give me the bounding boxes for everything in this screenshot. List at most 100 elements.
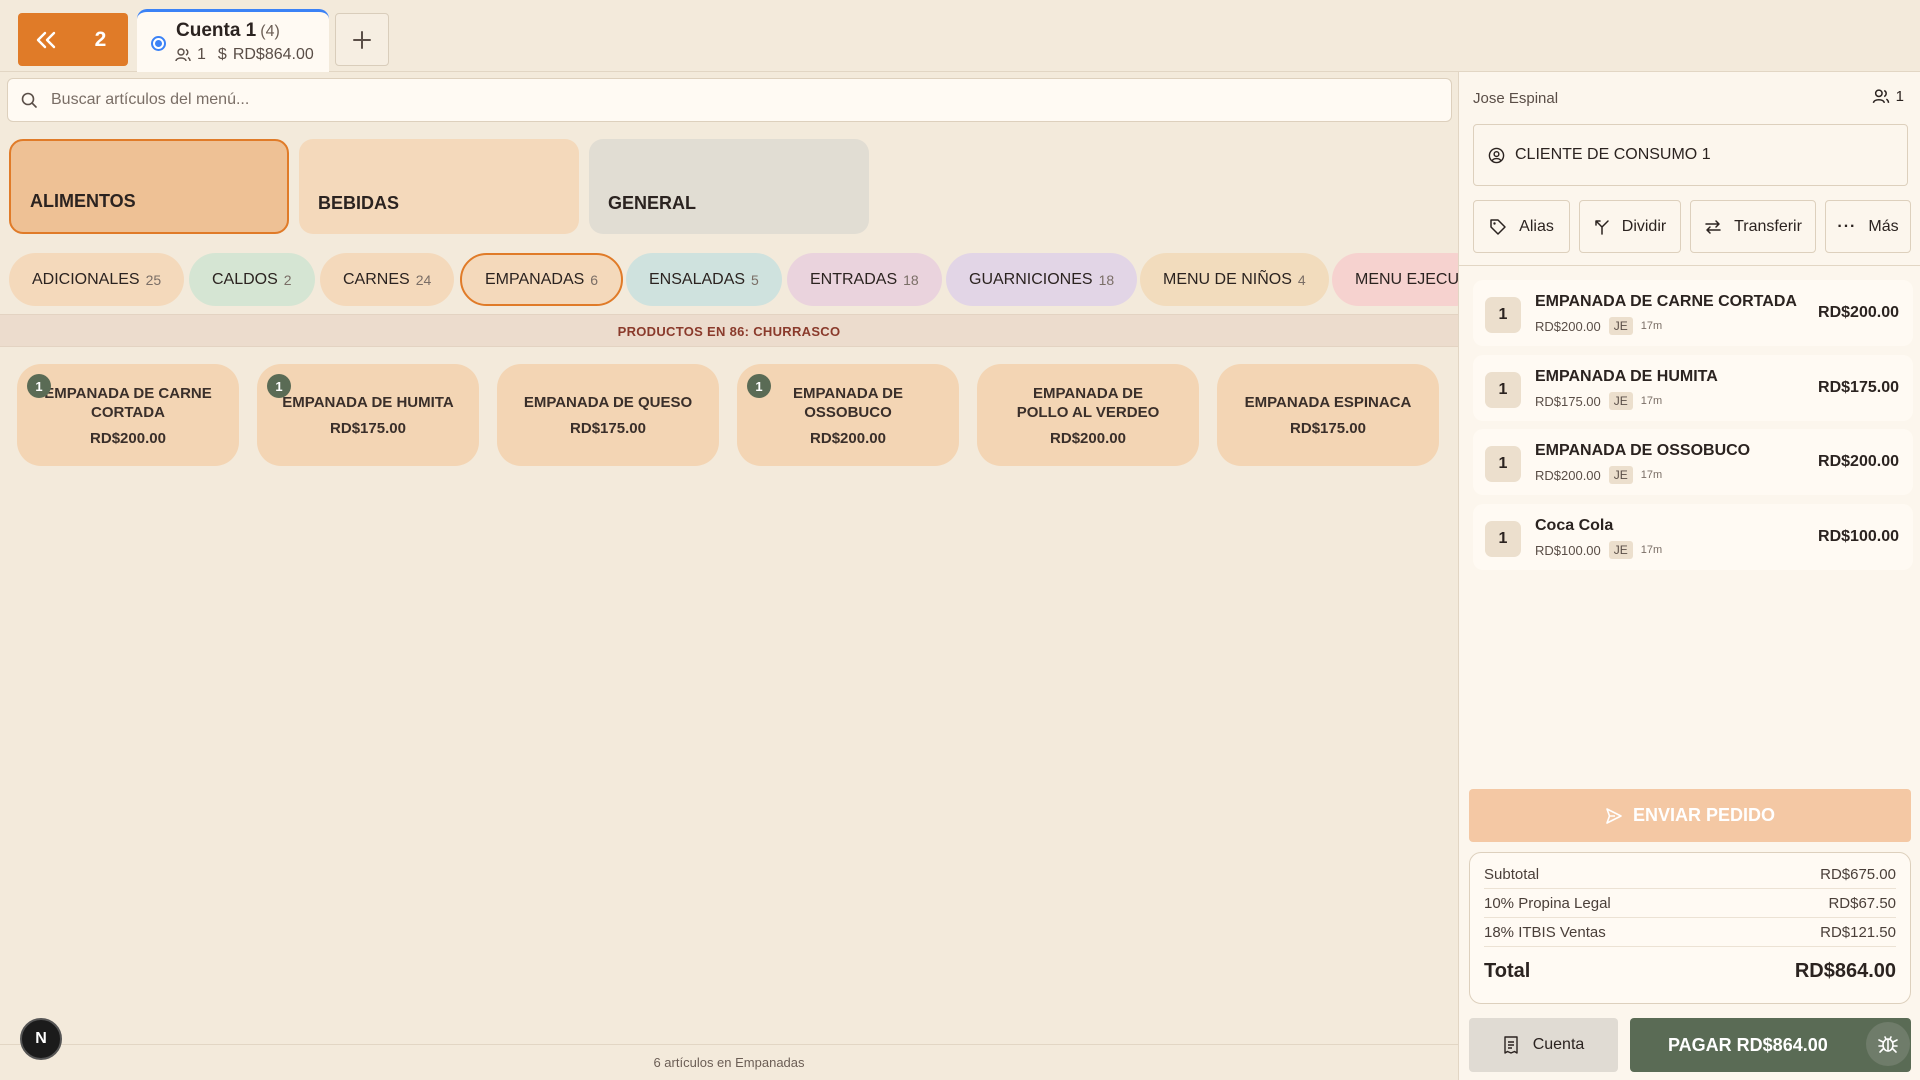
product-name: EMPANADA DE CARNE CORTADA [44, 384, 212, 421]
arrows-swap-icon [1705, 219, 1721, 234]
add-tab-button[interactable] [335, 13, 389, 66]
order-panel: Jose Espinal 1 CLIENTE DE CONSUMO 1 Alia… [1458, 72, 1920, 1080]
order-name: Coca Cola [1535, 517, 1614, 534]
open-accounts-count: 2 [94, 27, 107, 51]
order-name: EMPANADA DE CARNE CORTADA [1535, 293, 1797, 310]
product-qty-badge: 1 [747, 374, 771, 398]
order-details: RD$175.00 JE 17m [1535, 392, 1663, 410]
product-card[interactable]: EMPANADA DE QUESO RD$175.00 [497, 364, 719, 466]
subtotal-row: Subtotal RD$675.00 [1484, 860, 1896, 889]
back-button[interactable]: 2 [18, 13, 128, 66]
app-badge[interactable]: N [20, 1018, 62, 1060]
order-details: RD$200.00 JE 17m [1535, 466, 1663, 484]
subcategory-adicionales[interactable]: ADICIONALES 25 [9, 253, 185, 306]
chevrons-left-icon [18, 31, 73, 49]
bug-report-icon[interactable] [1866, 1022, 1910, 1066]
send-order-button[interactable]: ENVIAR PEDIDO [1469, 789, 1911, 842]
tab-meta: 1 $ RD$864.00 [175, 46, 314, 64]
user-circle-icon [1488, 147, 1505, 163]
guest-count[interactable]: 1 [1872, 88, 1904, 105]
active-tab-radio[interactable] [151, 36, 166, 51]
ellipsis-icon: ··· [1837, 217, 1857, 235]
product-card[interactable]: 1 EMPANADA DE HUMITA RD$175.00 [257, 364, 479, 466]
subcategory-caldos[interactable]: CALDOS 2 [189, 253, 315, 306]
dollar-icon: $ [217, 46, 227, 63]
client-selector[interactable]: CLIENTE DE CONSUMO 1 [1473, 124, 1908, 186]
product-price: RD$175.00 [330, 420, 406, 437]
product-price: RD$200.00 [90, 429, 166, 447]
waiter-name: Jose Espinal [1473, 90, 1559, 107]
plus-icon [353, 30, 371, 49]
order-qty[interactable]: 1 [1485, 446, 1521, 482]
product-price: RD$175.00 [1290, 420, 1366, 437]
order-qty[interactable]: 1 [1485, 521, 1521, 557]
subcategory-ensaladas[interactable]: ENSALADAS 5 [626, 253, 782, 306]
client-name: CLIENTE DE CONSUMO 1 [1515, 146, 1711, 163]
order-details: RD$200.00 JE 17m [1535, 317, 1663, 335]
more-button[interactable]: ··· Más [1825, 200, 1911, 253]
product-price: RD$200.00 [810, 429, 886, 447]
product-price: RD$200.00 [1050, 429, 1126, 447]
alias-button[interactable]: Alias [1473, 200, 1570, 253]
product-name: EMPANADA DE OSSOBUCO [792, 384, 903, 421]
product-name: EMPANADA ESPINACA [1244, 394, 1412, 411]
subcategory-carnes[interactable]: CARNES 24 [320, 253, 455, 306]
order-item[interactable]: 1 EMPANADA DE CARNE CORTADA RD$200.00 JE 1… [1473, 280, 1913, 346]
subcategory-menu-ejecutivo[interactable]: MENU EJECU [1332, 253, 1458, 306]
order-qty[interactable]: 1 [1485, 297, 1521, 333]
product-name: EMPANADA DE QUESO [523, 394, 693, 411]
product-card[interactable]: 1 EMPANADA DE OSSOBUCO RD$200.00 [737, 364, 959, 466]
top-bar: 2 Cuenta 1 (4) 1 $ RD$864.00 [0, 0, 1920, 72]
items-count-footer: 6 artículos en Empanadas [0, 1044, 1458, 1080]
product-name: EMPANADA DE POLLO AL VERDEO [1016, 384, 1160, 421]
subcategory-entradas[interactable]: ENTRADAS 18 [787, 253, 942, 306]
total-row: Total RD$864.00 [1484, 960, 1896, 982]
totals-box: Subtotal RD$675.00 10% Propina Legal RD$67… [1469, 852, 1911, 1004]
product-card[interactable]: EMPANADA ESPINACA RD$175.00 [1217, 364, 1439, 466]
split-button[interactable]: Dividir [1579, 200, 1681, 253]
order-total: RD$100.00 [1818, 528, 1899, 545]
product-qty-badge: 1 [267, 374, 291, 398]
tag-icon [1490, 218, 1506, 235]
order-total: RD$200.00 [1818, 304, 1899, 321]
bill-button[interactable]: Cuenta [1469, 1018, 1618, 1072]
tab-title: Cuenta 1 (4) [176, 20, 280, 41]
product-name: EMPANADA DE HUMITA [282, 394, 454, 411]
order-details: RD$100.00 JE 17m [1535, 541, 1663, 559]
subcategory-menu-de-ninos[interactable]: MENU DE NIÑOS 4 [1140, 253, 1329, 306]
order-item[interactable]: 1 Coca Cola RD$100.00 JE 17m RD$100.00 [1473, 504, 1913, 570]
category-general[interactable]: GENERAL [589, 139, 869, 234]
product-card[interactable]: 1 EMPANADA DE CARNE CORTADA RD$200.00 [17, 364, 239, 466]
category-bebidas[interactable]: BEBIDAS [299, 139, 579, 234]
divider [1459, 265, 1920, 266]
tab-guests: 1 [197, 46, 206, 63]
order-name: EMPANADA DE OSSOBUCO [1535, 442, 1751, 459]
split-icon [1595, 219, 1609, 235]
send-icon [1606, 807, 1622, 824]
subcategory-guarniciones[interactable]: GUARNICIONES 18 [946, 253, 1138, 306]
product-card[interactable]: EMPANADA DE POLLO AL VERDEO RD$200.00 [977, 364, 1199, 466]
order-total: RD$175.00 [1818, 379, 1899, 396]
users-icon [175, 48, 191, 62]
tab-cuenta-1[interactable]: Cuenta 1 (4) 1 $ RD$864.00 [137, 9, 329, 72]
order-total: RD$200.00 [1818, 453, 1899, 470]
order-actions: Alias Dividir Transferir ··· Más [1473, 200, 1913, 253]
order-qty[interactable]: 1 [1485, 372, 1521, 408]
unavailable-products-banner: PRODUCTOS EN 86: CHURRASCO [0, 314, 1458, 347]
tip-row: 10% Propina Legal RD$67.50 [1484, 889, 1896, 918]
users-icon [1872, 89, 1889, 104]
subcategory-empanadas[interactable]: EMPANADAS 6 [460, 253, 624, 306]
tab-item-count: (4) [260, 23, 280, 40]
menu-search [7, 78, 1452, 122]
category-alimentos[interactable]: ALIMENTOS [9, 139, 289, 234]
tax-row: 18% ITBIS Ventas RD$121.50 [1484, 918, 1896, 947]
search-icon [21, 92, 37, 108]
receipt-icon [1504, 1036, 1518, 1054]
search-input[interactable] [51, 91, 1431, 109]
tab-amount: RD$864.00 [232, 46, 314, 63]
subcategory-bar: ADICIONALES 25 CALDOS 2 CARNES 24 EMPANADAS… [9, 253, 1458, 306]
transfer-button[interactable]: Transferir [1690, 200, 1816, 253]
order-item[interactable]: 1 EMPANADA DE HUMITA RD$175.00 JE 17m RD$1… [1473, 355, 1913, 421]
order-item[interactable]: 1 EMPANADA DE OSSOBUCO RD$200.00 JE 17m RD… [1473, 429, 1913, 495]
order-name: EMPANADA DE HUMITA [1535, 368, 1718, 385]
